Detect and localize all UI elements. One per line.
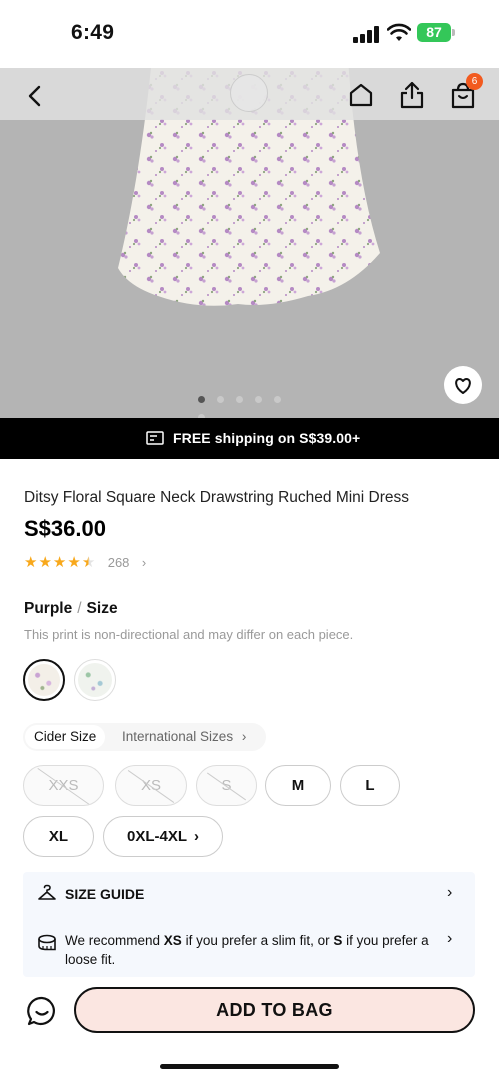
page-dot[interactable] [274,396,281,403]
color-name: Purple [24,600,73,617]
thumbnail-icon[interactable] [230,74,268,112]
chat-icon[interactable] [26,995,58,1027]
add-to-bag-button[interactable]: ADD TO BAG [74,987,475,1033]
measure-icon [38,934,56,951]
battery-icon: 87 [417,23,455,42]
product-gallery[interactable]: 6 [0,68,499,418]
wifi-icon [387,23,411,41]
tab-international-sizes[interactable]: International Sizes › [122,725,246,749]
signal-icon [353,25,380,43]
star-icon: ★ [24,554,38,571]
separator: / [77,600,82,617]
size-option[interactable]: XS [115,765,187,806]
share-icon[interactable] [398,80,426,110]
shipping-banner[interactable]: FREE shipping on S$39.00+ [0,418,499,459]
page-dot[interactable] [217,396,224,403]
status-time: 6:49 [71,21,115,44]
chevron-right-icon: › [141,555,147,570]
size-option[interactable]: XL [23,816,94,857]
size-guide-link[interactable]: SIZE GUIDE [65,886,144,902]
star-icon: ★ [67,554,81,571]
battery-level: 87 [417,23,451,42]
print-note: This print is non-directional and may di… [24,627,354,642]
star-icon: ★ [52,554,67,571]
shipping-text: FREE shipping on S$39.00+ [173,430,361,446]
chevron-right-icon[interactable]: › [447,884,452,902]
size-guide-panel: SIZE GUIDE › We recommend XS if you pref… [23,872,475,977]
size-label: 0XL-4XL [126,828,187,845]
chevron-right-icon: › [241,729,247,744]
rating-stars: ★★★★★ [24,553,96,572]
tab-label: International Sizes [122,729,234,744]
size-option[interactable]: XXS [23,765,104,806]
page-dot[interactable] [198,396,205,403]
size-label: M [291,777,305,794]
chevron-right-icon: › [194,828,199,845]
size-recommendation[interactable]: We recommend XS if you prefer a slim fit… [65,931,445,969]
half-star-icon: ★ [81,554,96,571]
size-option-extended[interactable]: 0XL-4XL › [103,816,223,857]
heart-icon [455,378,471,394]
size-option[interactable]: S [196,765,257,806]
back-icon[interactable] [22,83,48,109]
size-label: L [365,777,375,794]
wishlist-button[interactable] [444,366,482,404]
size-option[interactable]: M [265,765,331,806]
color-swatch-alt[interactable] [74,659,116,701]
status-bar: 6:49 87 [0,0,499,68]
size-system-tabs: Cider Size International Sizes › [23,723,266,751]
hanger-icon [38,884,56,900]
size-label: XL [48,828,69,845]
shipping-icon [146,431,164,445]
size-heading: Size [86,600,118,617]
chevron-right-icon[interactable]: › [447,930,452,948]
cart-count-badge: 6 [466,73,483,90]
product-price: S$36.00 [24,516,106,541]
product-title: Ditsy Floral Square Neck Drawstring Ruch… [24,489,410,506]
home-indicator [160,1064,339,1069]
color-size-heading: Purple / Size [24,600,118,618]
page-dot[interactable] [236,396,243,403]
product-rating[interactable]: ★★★★★ 268 › [24,553,147,572]
gallery-pagination [198,396,308,418]
size-option[interactable]: L [340,765,400,806]
review-count: 268 [107,555,130,570]
page-dot[interactable] [255,396,262,403]
tab-cider-size[interactable]: Cider Size [25,725,106,749]
star-icon: ★ [38,554,52,571]
color-swatch-selected[interactable] [23,659,65,701]
home-icon[interactable] [347,81,375,109]
